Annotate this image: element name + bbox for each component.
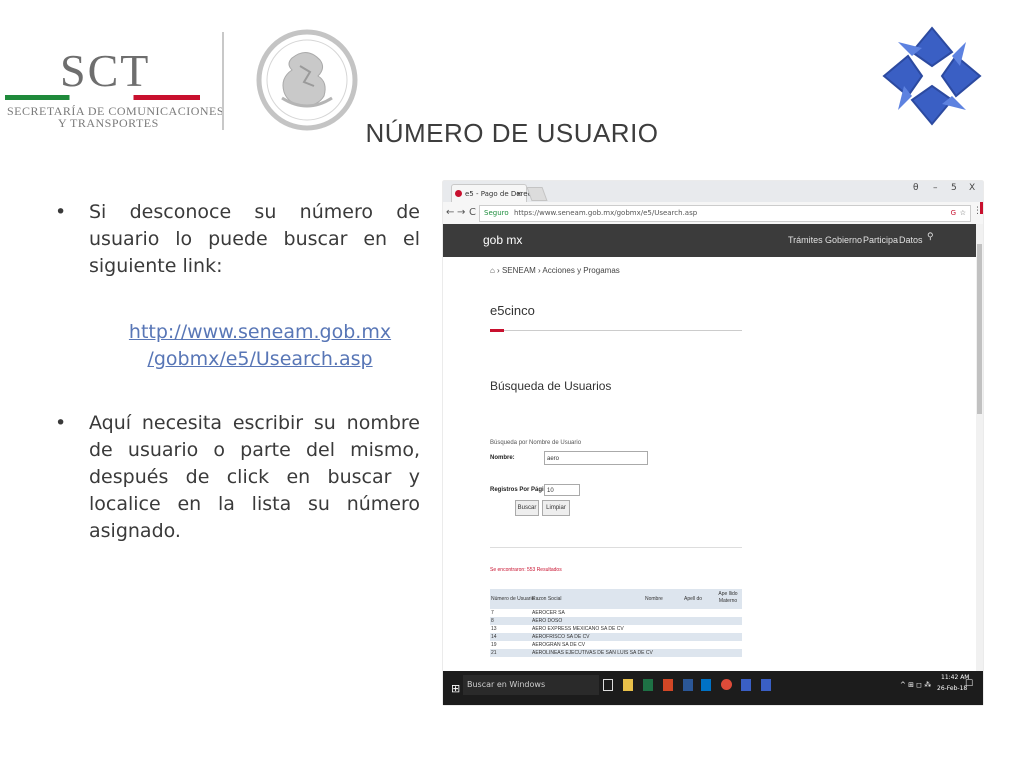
bookmark-star-icon[interactable]: ☆	[960, 206, 966, 221]
results-divider	[490, 547, 742, 548]
outlook-icon[interactable]	[701, 679, 711, 691]
url-field[interactable]: Seguro https://www.seneam.gob.mx/gobmx/e…	[479, 205, 971, 222]
close-window-button[interactable]: X	[969, 183, 975, 193]
gob-mx-header: gob mx Trámites Gobierno Participa Datos…	[443, 224, 976, 257]
search-icon[interactable]: ⚲	[927, 231, 934, 242]
system-tray[interactable]: ^ ⊞ ◻ ⁂	[900, 681, 931, 689]
clock-date[interactable]: 26-Feb-18	[937, 685, 967, 692]
bullet-item: • Si desconoce su número de usuario lo p…	[55, 199, 420, 280]
cell-razon-social: AERO EXPRESS MEXICANO SA DE CV	[532, 626, 624, 632]
mexico-seal-icon	[256, 29, 358, 131]
gob-mx-brand[interactable]: gob mx	[483, 233, 522, 247]
nav-tramites[interactable]: Trámites	[788, 235, 823, 245]
table-row[interactable]: 8 AERO DOSO	[490, 617, 742, 625]
chrome-icon[interactable]	[721, 679, 732, 690]
bullet-dot: •	[55, 201, 67, 223]
section-accent	[490, 329, 504, 332]
excel-icon[interactable]	[643, 679, 653, 691]
header-divider	[222, 32, 224, 130]
limpiar-button[interactable]: Limpiar	[542, 500, 570, 516]
cell-number: 19	[491, 642, 497, 648]
app-icon[interactable]	[741, 679, 751, 691]
table-row[interactable]: 21 AEROLINEAS EJECUTIVAS DE SAN LUIS SA D…	[490, 649, 742, 657]
reload-button[interactable]: C	[469, 207, 476, 218]
secure-label: Seguro	[484, 209, 509, 217]
windows-taskbar: ⊞ Buscar en Windows ^ ⊞ ◻ ⁂ 11:42 AM 26-…	[443, 671, 983, 705]
scrollbar-thumb[interactable]	[977, 244, 982, 414]
cell-number: 8	[491, 618, 494, 624]
sct-logo-stripe	[5, 95, 200, 100]
url-text: https://www.seneam.gob.mx/gobmx/e5/Usear…	[514, 209, 698, 217]
cell-razon-social: AEROLINEAS EJECUTIVAS DE SAN LUIS SA DE …	[532, 650, 653, 656]
usearch-link[interactable]: http://www.seneam.gob.mx /gobmx/e5/Usear…	[100, 319, 420, 373]
buscar-button[interactable]: Buscar	[515, 500, 539, 516]
bullet-text: Si desconoce su número de usuario lo pue…	[89, 201, 420, 277]
browser-tabbar: e5 - Pago de Derechos × θ – 5 X	[443, 181, 983, 203]
section-title: e5cinco	[490, 303, 535, 318]
table-row[interactable]: 13 AERO EXPRESS MEXICANO SA DE CV	[490, 625, 742, 633]
column-header: Razon Social	[532, 596, 562, 602]
profile-icon[interactable]: θ	[913, 183, 919, 193]
cell-razon-social: AEROGRAN SA DE CV	[532, 642, 586, 648]
maximize-button[interactable]: 5	[951, 183, 957, 193]
nav-participa[interactable]: Participa	[863, 235, 898, 245]
address-bar-row: ← → C Seguro https://www.seneam.gob.mx/g…	[443, 202, 983, 225]
cell-number: 14	[491, 634, 497, 640]
column-header: Número de Usuario	[491, 596, 535, 602]
table-header-row: Número de Usuario Razon Social Nombre Ap…	[490, 589, 742, 609]
browser-screenshot: e5 - Pago de Derechos × θ – 5 X ← → C Se…	[443, 181, 983, 705]
tab-close-icon[interactable]: ×	[516, 185, 522, 203]
slide-title: NÚMERO DE USUARIO	[365, 118, 659, 148]
form-caption: Búsqueda por Nombre de Usuario	[490, 440, 582, 446]
page-heading: Búsqueda de Usuarios	[490, 379, 612, 393]
column-header: Nombre	[645, 596, 663, 602]
cell-number: 7	[491, 610, 494, 616]
sct-logo-letters: SCT	[60, 45, 151, 96]
link-line2: /gobmx/e5/Usearch.asp	[147, 348, 373, 370]
section-divider	[490, 330, 742, 331]
records-per-page-input[interactable]: 10	[544, 484, 580, 496]
results-count: Se encontraron: 553 Resultados	[490, 567, 562, 573]
minimize-button[interactable]: –	[933, 183, 938, 193]
column-header: Ape llido Materno	[718, 591, 738, 604]
start-icon[interactable]: ⊞	[451, 682, 460, 695]
name-input[interactable]: aero	[544, 451, 648, 465]
seneam-logo-icon	[882, 26, 982, 126]
browser-tab[interactable]: e5 - Pago de Derechos ×	[451, 184, 544, 203]
breadcrumb: ⌂ › SENEAM › Acciones y Progamas	[490, 266, 620, 275]
edge-marker	[980, 202, 983, 214]
back-button[interactable]: ←	[446, 207, 454, 218]
word-icon[interactable]	[683, 679, 693, 691]
file-explorer-icon[interactable]	[623, 679, 633, 691]
name-label: Nombre:	[490, 455, 515, 461]
cell-razon-social: AERO DOSO	[532, 618, 563, 624]
table-row[interactable]: 7 AEROCER SA	[490, 609, 742, 617]
cell-razon-social: AEROCER SA	[532, 610, 565, 616]
powerpoint-icon[interactable]	[663, 679, 673, 691]
tab-favicon-icon	[455, 190, 462, 197]
link-line1: http://www.seneam.gob.mx	[128, 321, 392, 343]
table-row[interactable]: 19 AEROGRAN SA DE CV	[490, 641, 742, 649]
task-view-icon[interactable]	[603, 679, 613, 691]
taskbar-search[interactable]: Buscar en Windows	[463, 675, 599, 695]
cell-number: 13	[491, 626, 497, 632]
nav-datos[interactable]: Datos	[899, 235, 923, 245]
notification-icon[interactable]: ☐	[965, 679, 973, 689]
cell-razon-social: AEROFRISCO SA DE CV	[532, 634, 590, 640]
results-table: Número de Usuario Razon Social Nombre Ap…	[490, 589, 742, 657]
cell-number: 21	[491, 650, 497, 656]
table-row[interactable]: 14 AEROFRISCO SA DE CV	[490, 633, 742, 641]
bullet-dot: •	[55, 412, 67, 434]
app-icon[interactable]	[761, 679, 771, 691]
extension-icon[interactable]: G	[951, 206, 956, 221]
page-scrollbar[interactable]	[976, 224, 983, 671]
forward-button[interactable]: →	[457, 207, 465, 218]
nav-gobierno[interactable]: Gobierno	[825, 235, 862, 245]
column-header: Apell do	[684, 596, 703, 602]
bullet-item: • Aquí necesita escribir su nombre de us…	[55, 410, 420, 545]
bullet-text: Aquí necesita escribir su nombre de usua…	[89, 412, 420, 542]
